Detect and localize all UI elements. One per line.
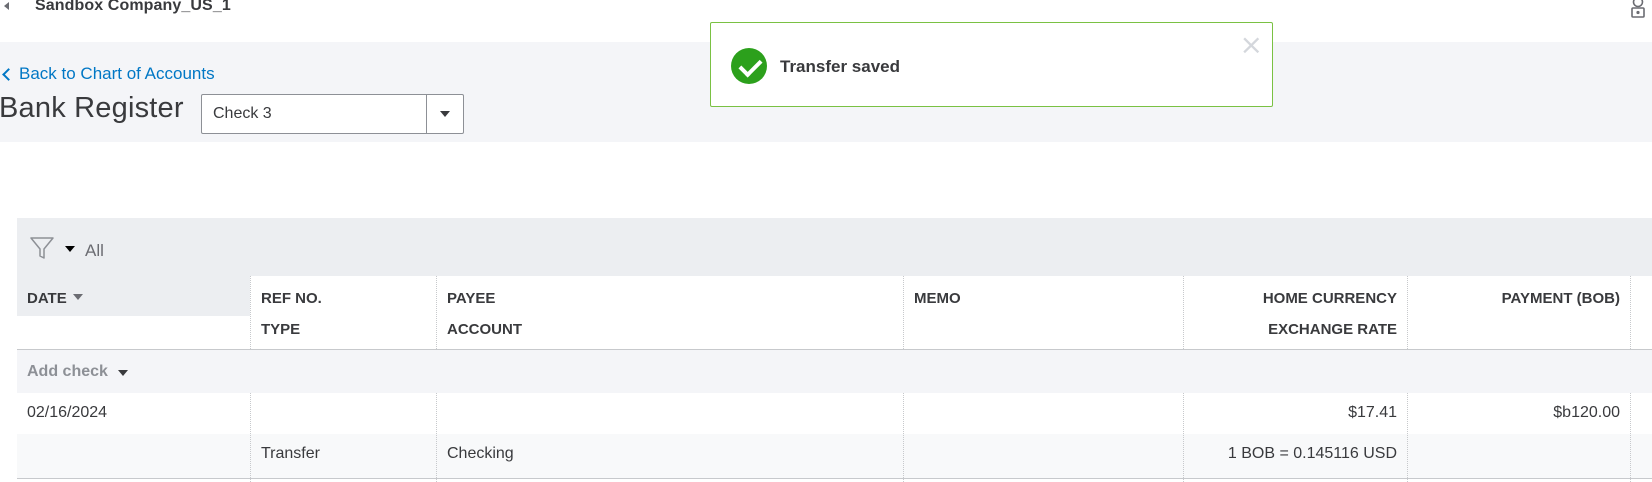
column-divider: [903, 276, 904, 349]
date-header-label: DATE: [27, 290, 67, 307]
caret-left-icon[interactable]: [4, 2, 9, 10]
column-header-type[interactable]: TYPE: [261, 321, 300, 338]
add-check-row: Add check: [17, 349, 1652, 393]
add-check-dropdown-icon: [117, 370, 128, 376]
add-check-button[interactable]: Add check: [27, 363, 128, 381]
back-to-chart-of-accounts-link[interactable]: Back to Chart of Accounts: [0, 64, 215, 84]
column-divider: [1407, 393, 1408, 482]
row-exchange-rate: 1 BOB = 0.145116 USD: [1227, 445, 1397, 462]
close-icon[interactable]: ×: [1240, 31, 1263, 59]
column-header-payee[interactable]: PAYEE: [447, 290, 495, 307]
column-divider: [436, 393, 437, 482]
toast-message: Transfer saved: [780, 57, 901, 76]
success-toast: Transfer saved ×: [710, 22, 1273, 107]
filter-label[interactable]: All: [85, 241, 104, 261]
row-account: Checking: [447, 445, 514, 462]
column-divider: [1630, 393, 1631, 482]
row-payment: $b120.00: [1553, 404, 1620, 421]
column-header-date[interactable]: DATE: [27, 290, 83, 307]
column-header-memo[interactable]: MEMO: [914, 290, 961, 307]
column-divider: [436, 276, 437, 349]
row-date: 02/16/2024: [27, 404, 108, 421]
column-header-account[interactable]: ACCOUNT: [447, 321, 522, 338]
sort-desc-icon: [72, 294, 83, 301]
add-check-label: Add check: [27, 363, 108, 380]
account-select[interactable]: Check 3: [201, 94, 464, 134]
filter-bar: All: [17, 218, 1652, 276]
page-title: Bank Register: [0, 92, 184, 124]
column-divider: [1183, 276, 1184, 349]
filter-dropdown-icon[interactable]: [65, 246, 75, 252]
column-divider: [250, 393, 251, 482]
column-divider: [1183, 393, 1184, 482]
chevron-left-icon: [2, 68, 15, 81]
column-divider: [250, 276, 251, 349]
back-link-label: Back to Chart of Accounts: [19, 64, 215, 83]
row-type: Transfer: [261, 445, 320, 462]
account-select-value: Check 3: [213, 105, 272, 122]
column-header-exchange-rate[interactable]: EXCHANGE RATE: [1197, 321, 1397, 338]
column-header-payment[interactable]: PAYMENT (BOB): [1417, 290, 1620, 307]
column-divider: [1407, 276, 1408, 349]
row-home-currency: $17.41: [1348, 404, 1397, 421]
company-name[interactable]: Sandbox Company_US_1: [35, 0, 231, 15]
account-select-dropdown-button[interactable]: [426, 95, 463, 133]
column-divider: [1630, 276, 1631, 349]
filter-funnel-icon[interactable]: [29, 235, 55, 261]
column-header-ref-no[interactable]: REF NO.: [261, 290, 322, 307]
check-circle-icon: [731, 48, 767, 84]
column-divider: [903, 393, 904, 482]
register-table: DATE REF NO. TYPE PAYEE ACCOUNT MEMO HOM…: [17, 276, 1652, 482]
user-icon[interactable]: [1630, 0, 1646, 18]
dropdown-arrow-icon: [440, 111, 450, 117]
column-header-home-currency[interactable]: HOME CURRENCY: [1197, 290, 1397, 307]
